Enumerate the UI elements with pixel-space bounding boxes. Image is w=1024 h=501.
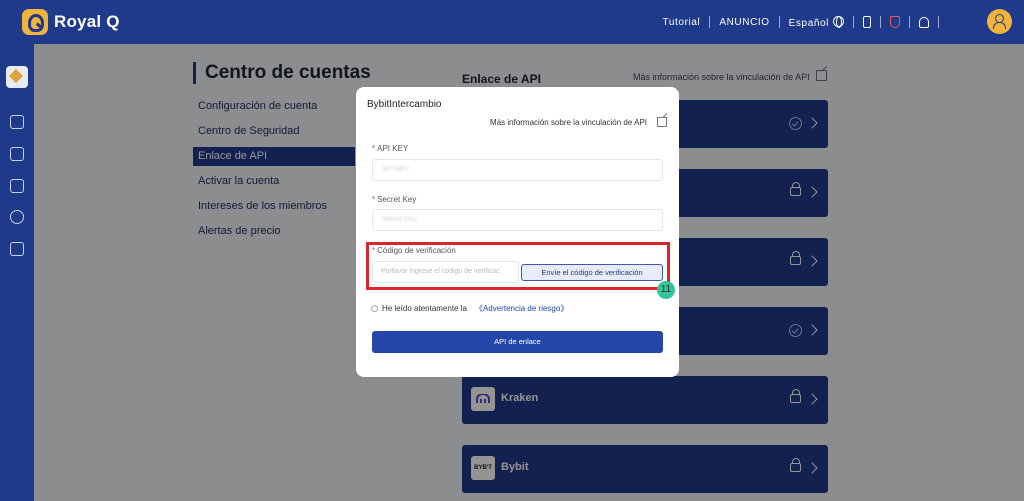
top-bar: Royal Q Tutorial ANUNCIO Español bbox=[0, 0, 1024, 44]
robot-icon[interactable] bbox=[10, 147, 24, 161]
risk-warning-link[interactable]: 《Advertencia de riesgo》 bbox=[475, 304, 568, 313]
nav-divider bbox=[880, 16, 881, 28]
home-icon[interactable] bbox=[6, 66, 28, 88]
annotation-highlight-box bbox=[366, 242, 670, 290]
language-selector[interactable]: Español bbox=[788, 15, 844, 29]
nav-divider bbox=[909, 16, 910, 28]
secret-key-label: * Secret Key bbox=[372, 195, 417, 204]
modal-more-info-link[interactable]: Más información sobre la vinculación de … bbox=[490, 118, 647, 127]
shield-icon[interactable] bbox=[890, 16, 900, 28]
nav-divider bbox=[853, 16, 854, 28]
nav-divider bbox=[778, 16, 780, 28]
nav-anuncio[interactable]: ANUNCIO bbox=[719, 17, 769, 28]
risk-agree-text: He leído atentamente la 《Advertencia de r… bbox=[382, 304, 569, 313]
secret-key-input[interactable]: Secret Key bbox=[372, 209, 663, 231]
external-link-icon[interactable] bbox=[657, 117, 667, 127]
api-link-modal: BybitIntercambio Más información sobre l… bbox=[356, 87, 679, 377]
brand-name: Royal Q bbox=[54, 12, 120, 31]
risk-agree-radio[interactable] bbox=[371, 305, 378, 312]
top-nav: Tutorial ANUNCIO Español bbox=[663, 0, 948, 44]
modal-title: BybitIntercambio bbox=[367, 99, 442, 110]
chart-icon[interactable] bbox=[10, 115, 24, 129]
nav-divider bbox=[709, 16, 711, 28]
globe-icon bbox=[833, 15, 844, 28]
bell-icon[interactable] bbox=[919, 16, 929, 28]
royalq-logo-icon bbox=[22, 9, 48, 35]
phone-icon[interactable] bbox=[863, 16, 871, 28]
api-key-label: * API KEY bbox=[372, 144, 409, 153]
compass-icon[interactable] bbox=[10, 210, 24, 224]
language-label: Español bbox=[788, 17, 829, 29]
wallet-icon[interactable] bbox=[10, 179, 24, 193]
user-avatar-icon[interactable] bbox=[987, 9, 1012, 34]
step-badge: 11 bbox=[657, 281, 675, 299]
nav-tutorial[interactable]: Tutorial bbox=[663, 17, 701, 28]
brand-logo[interactable]: Royal Q bbox=[22, 9, 120, 35]
left-rail bbox=[0, 44, 34, 501]
link-api-button[interactable]: API de enlace bbox=[372, 331, 663, 353]
nav-divider bbox=[938, 16, 939, 28]
clipboard-icon[interactable] bbox=[10, 242, 24, 256]
api-key-input[interactable]: API KEY bbox=[372, 159, 663, 181]
